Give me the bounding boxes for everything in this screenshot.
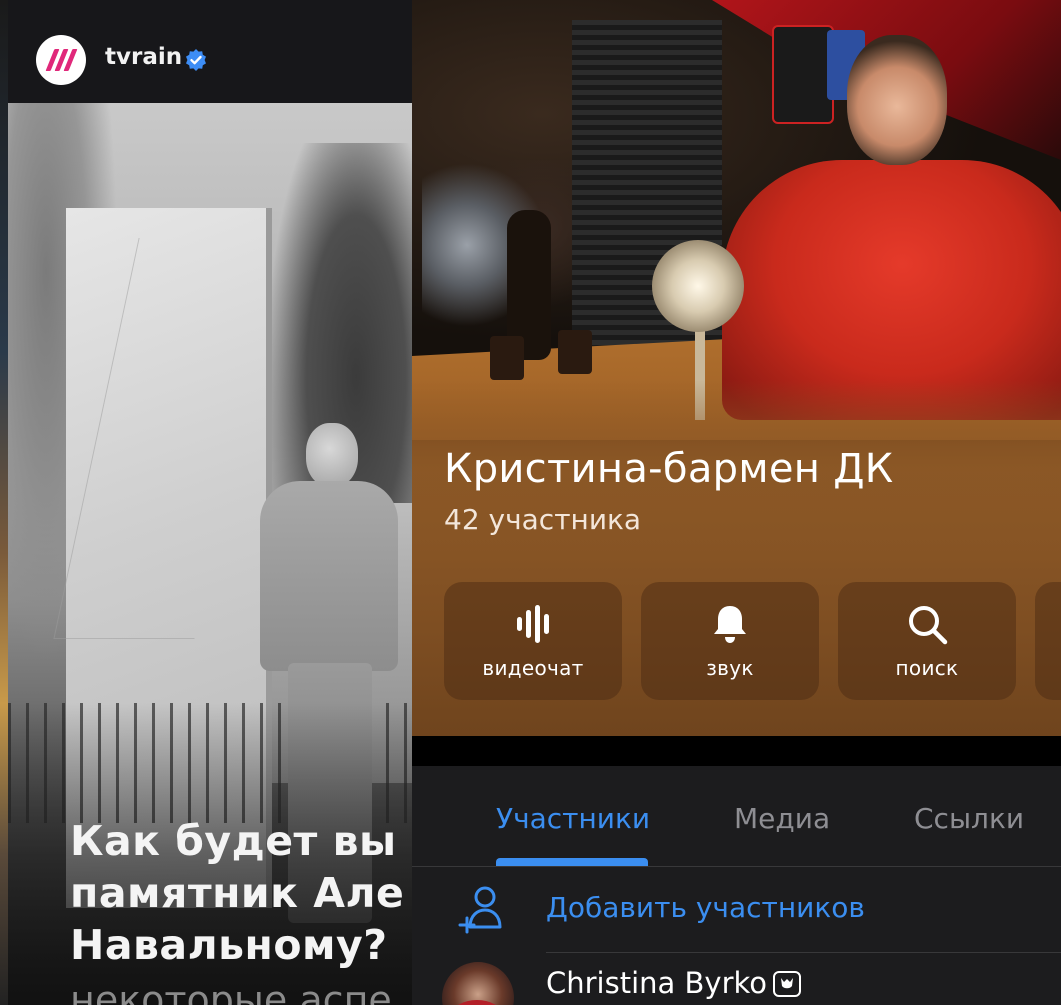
post-headline: Как будет вы памятник Але Навальному? — [70, 817, 405, 969]
action-buttons: видеочат звук поиск — [444, 582, 1061, 702]
group-title: Кристина-бармен ДК — [444, 446, 894, 492]
more-actions-button[interactable] — [1035, 582, 1061, 700]
person-head — [847, 35, 947, 165]
crystal-lamp — [652, 240, 744, 332]
group-cover-photo: Кристина-бармен ДК 42 участника видеочат… — [412, 0, 1061, 736]
row-divider — [546, 952, 1061, 953]
tab-media[interactable]: Медиа — [734, 802, 830, 835]
tab-members[interactable]: Участники — [496, 802, 650, 835]
tab-links[interactable]: Ссылки — [914, 802, 1024, 835]
adjacent-story-edge — [0, 0, 8, 1005]
voice-wave-icon — [517, 605, 549, 643]
bell-icon — [714, 606, 746, 643]
tvrain-post-panel: tvrain Как будет вы памятник Але Навальн… — [0, 0, 412, 1005]
members-section: Участники Медиа Ссылки Добавить участник… — [412, 766, 1061, 1005]
add-members-label: Добавить участников — [546, 891, 865, 924]
cup — [490, 336, 524, 380]
post-header: tvrain — [8, 0, 412, 103]
verified-badge-icon — [186, 49, 206, 71]
statue-head — [306, 423, 358, 487]
group-info-panel: Кристина-бармен ДК 42 участника видеочат… — [412, 0, 1061, 1005]
tvrain-logo-icon — [45, 49, 77, 71]
search-icon — [909, 606, 948, 645]
beer-park-sticker — [772, 25, 834, 124]
add-user-icon — [458, 886, 502, 934]
post-subline: некоторые аспе — [70, 978, 392, 1005]
video-chat-button[interactable]: видеочат — [444, 582, 622, 700]
channel-name[interactable]: tvrain — [105, 44, 182, 70]
search-button[interactable]: поиск — [838, 582, 1016, 700]
tvrain-logo-avatar[interactable] — [36, 35, 86, 85]
active-tab-indicator — [496, 858, 648, 866]
statue-body — [260, 481, 398, 671]
video-chat-label: видеочат — [482, 656, 584, 680]
member-list-item[interactable]: Christina Byrko — [412, 954, 1061, 1005]
sound-button[interactable]: звук — [641, 582, 819, 700]
add-members-row[interactable]: Добавить участников — [412, 867, 1061, 953]
cup — [558, 330, 592, 374]
emoji-status-icon — [773, 971, 801, 997]
member-count: 42 участника — [444, 503, 642, 536]
search-label: поиск — [895, 656, 959, 680]
sound-label: звук — [706, 656, 754, 680]
member-name: Christina Byrko — [546, 966, 767, 1000]
avatar — [442, 962, 514, 1005]
